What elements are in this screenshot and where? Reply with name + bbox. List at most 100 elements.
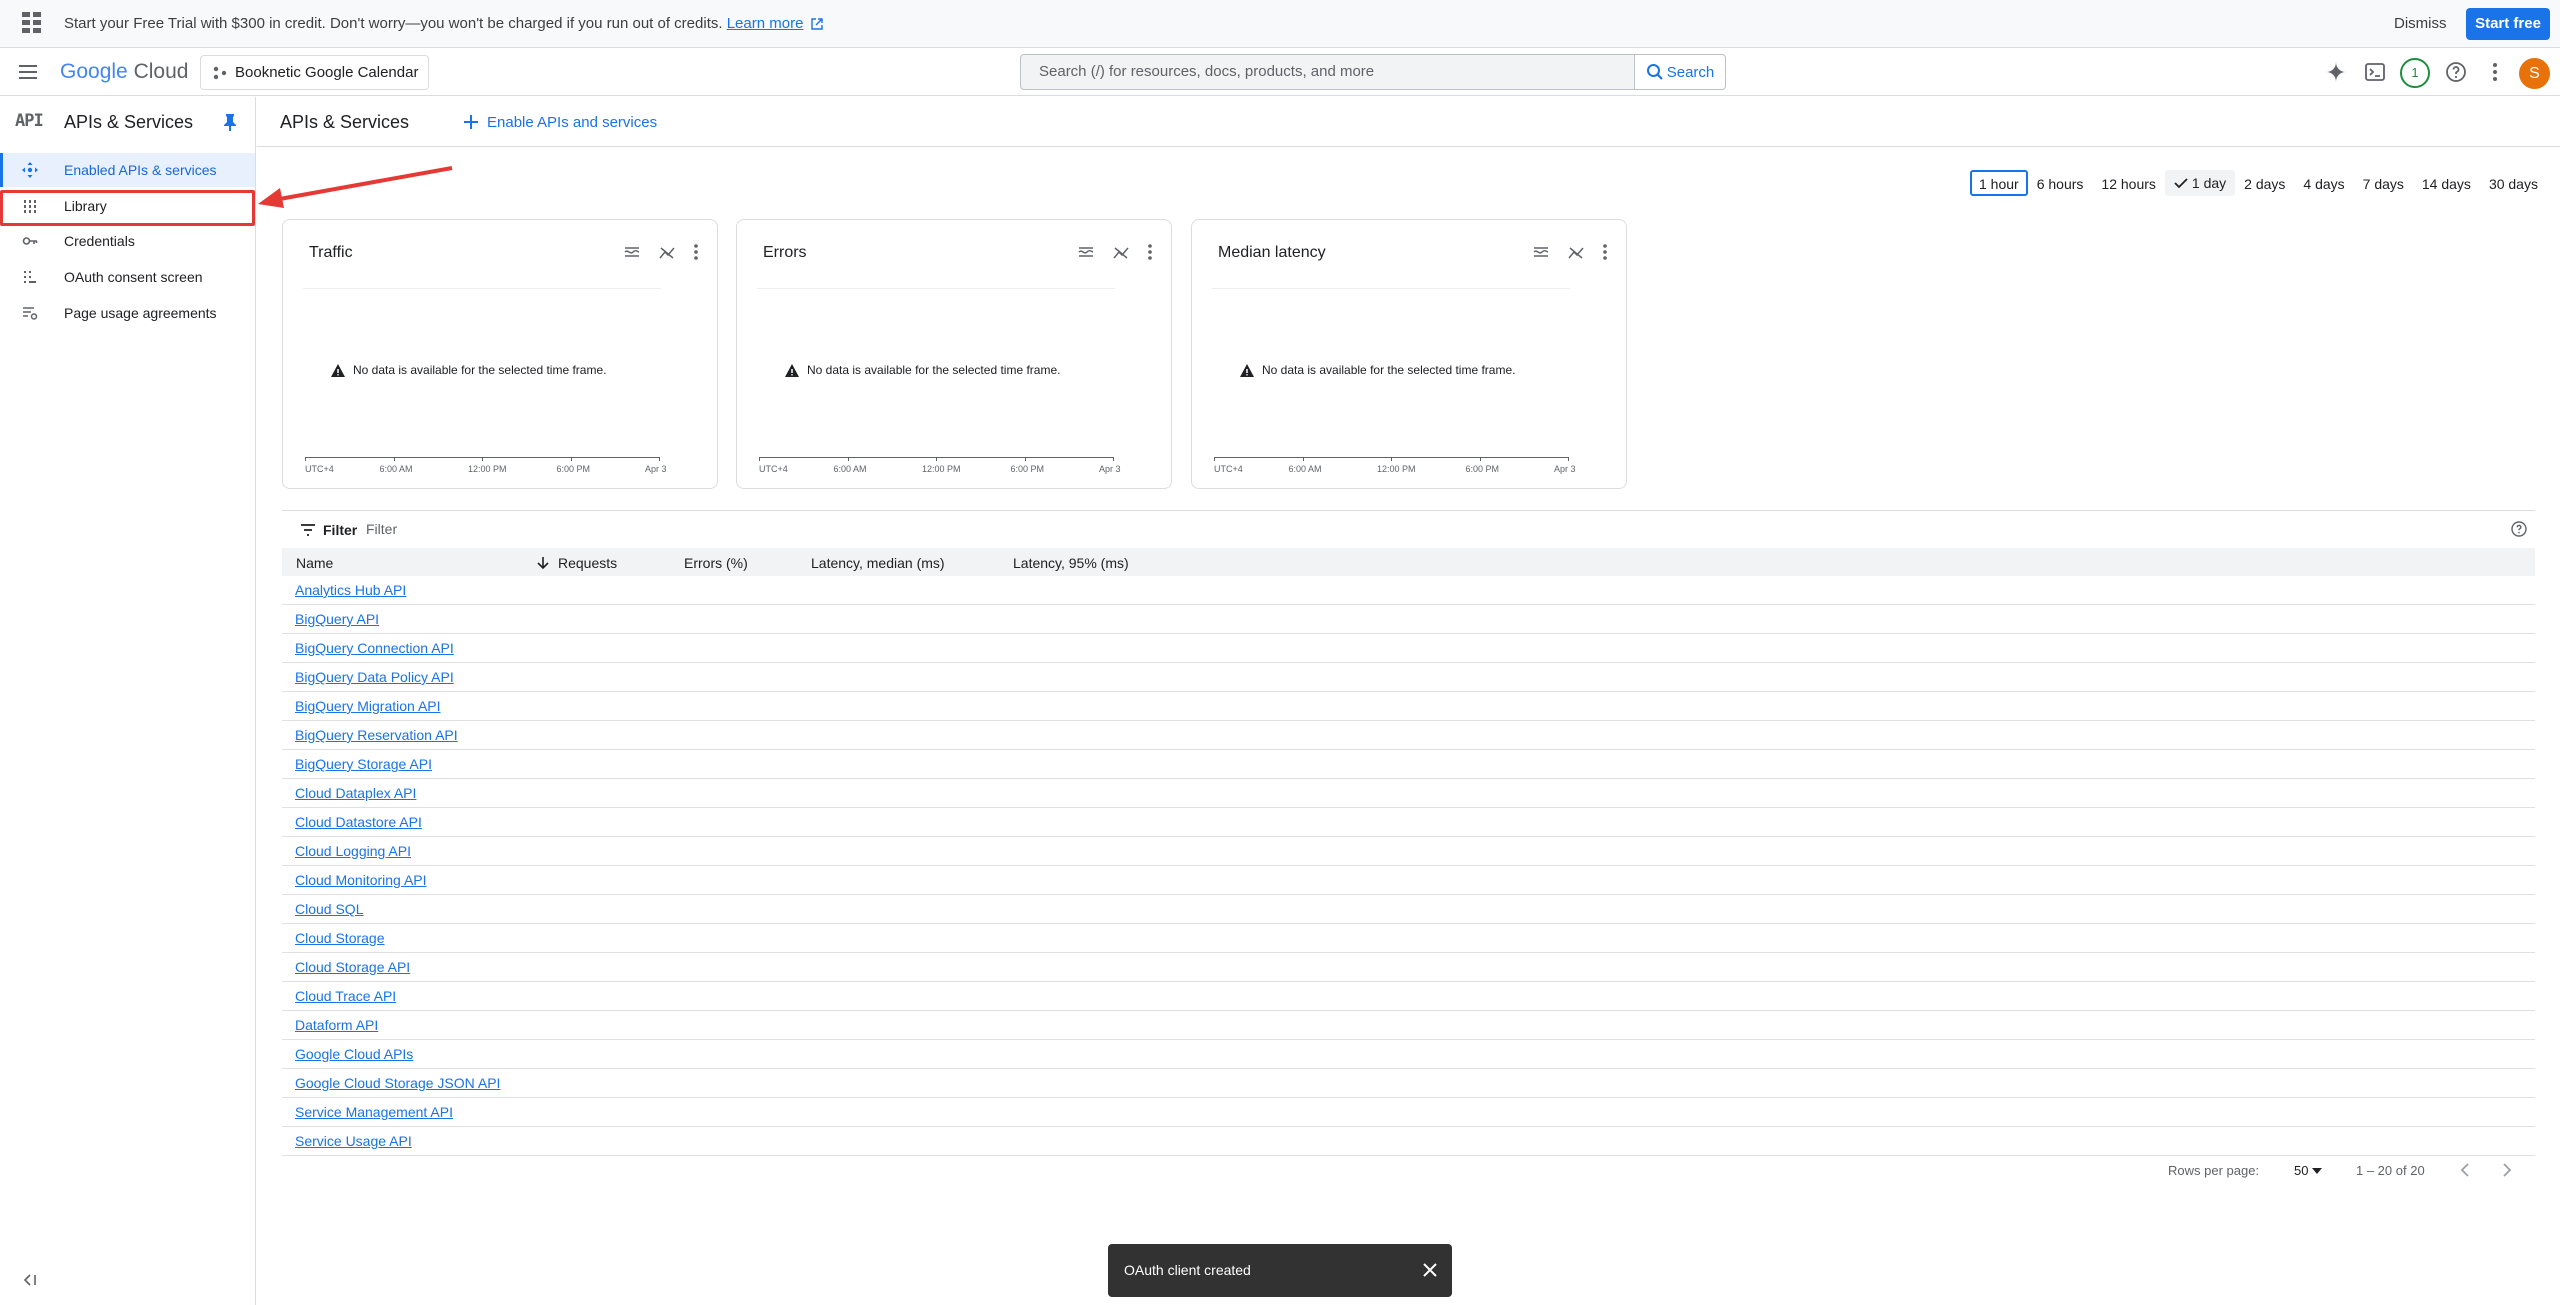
chart-type-icon[interactable] — [1112, 244, 1130, 260]
start-free-button[interactable]: Start free — [2466, 8, 2550, 40]
avatar[interactable]: S — [2519, 58, 2550, 89]
api-name-link[interactable]: Dataform API — [295, 1017, 378, 1033]
chevron-right-icon[interactable] — [2498, 1161, 2514, 1179]
column-help-icon[interactable] — [2511, 521, 2527, 537]
warning-icon — [331, 363, 353, 377]
api-name-link[interactable]: Cloud Storage — [295, 930, 385, 946]
table-row: BigQuery Storage API — [282, 750, 2535, 779]
project-name: Booknetic Google Calendar — [235, 64, 419, 81]
api-name-link[interactable]: Analytics Hub API — [295, 582, 406, 598]
free-trial-banner: Start your Free Trial with $300 in credi… — [0, 0, 2560, 48]
card-title: Median latency — [1218, 244, 1326, 261]
api-name-link[interactable]: BigQuery Reservation API — [295, 727, 458, 743]
metric-card-traffic: Traffic No data is available for the sel… — [282, 219, 718, 489]
column-requests[interactable]: Requests — [536, 555, 617, 571]
sidebar-item-library[interactable]: Library — [0, 189, 255, 223]
table-row: Cloud SQL — [282, 895, 2535, 924]
api-name-link[interactable]: BigQuery API — [295, 611, 379, 627]
card-divider — [757, 288, 1115, 289]
api-name-link[interactable]: Cloud Datastore API — [295, 814, 422, 830]
api-name-link[interactable]: BigQuery Data Policy API — [295, 669, 454, 685]
more-vert-icon[interactable] — [1602, 244, 1608, 260]
range-2-days[interactable]: 2 days — [2235, 170, 2294, 196]
chart-type-icon[interactable] — [1567, 244, 1585, 260]
sidebar-item-oauth-consent[interactable]: OAuth consent screen — [0, 260, 255, 294]
key-icon — [22, 233, 38, 249]
range-4-days[interactable]: 4 days — [2294, 170, 2353, 196]
legend-toggle-icon[interactable] — [623, 244, 641, 260]
legend-toggle-icon[interactable] — [1532, 244, 1550, 260]
search-input[interactable]: Search (/) for resources, docs, products… — [1020, 54, 1635, 90]
library-icon — [22, 198, 38, 214]
sidebar-item-page-usage[interactable]: Page usage agreements — [0, 296, 255, 330]
api-name-link[interactable]: Service Management API — [295, 1104, 453, 1120]
api-name-link[interactable]: BigQuery Connection API — [295, 640, 454, 656]
api-name-link[interactable]: Google Cloud APIs — [295, 1046, 413, 1062]
banner-message: Start your Free Trial with $300 in credi… — [64, 15, 823, 32]
sidebar-item-credentials[interactable]: Credentials — [0, 224, 255, 258]
api-name-link[interactable]: Cloud Storage API — [295, 959, 410, 975]
search-button[interactable]: Search — [1635, 54, 1726, 90]
chart-type-icon[interactable] — [658, 244, 676, 260]
more-vert-icon[interactable] — [693, 244, 699, 260]
rows-per-page-select[interactable]: 50 — [2294, 1163, 2323, 1178]
filter-button[interactable]: Filter — [300, 522, 357, 538]
api-name-link[interactable]: Google Cloud Storage JSON API — [295, 1075, 500, 1091]
main-menu-button[interactable] — [14, 58, 42, 86]
column-latency-95[interactable]: Latency, 95% (ms) — [1013, 555, 1129, 571]
learn-more-link[interactable]: Learn more — [727, 15, 804, 32]
add-icon — [463, 114, 487, 130]
cloud-shell-icon[interactable] — [2363, 60, 2387, 84]
api-name-link[interactable]: BigQuery Storage API — [295, 756, 432, 772]
range-1-hour[interactable]: 1 hour — [1970, 170, 2028, 196]
no-data-text: No data is available for the selected ti… — [353, 363, 607, 377]
check-icon — [2174, 177, 2192, 189]
notifications-badge[interactable]: 1 — [2400, 58, 2430, 88]
card-title: Traffic — [309, 244, 353, 261]
project-picker[interactable]: Booknetic Google Calendar — [200, 55, 429, 90]
help-icon[interactable] — [2444, 60, 2468, 84]
gemini-sparkle-icon[interactable] — [2324, 60, 2348, 84]
column-name[interactable]: Name — [296, 555, 333, 571]
range-14-days[interactable]: 14 days — [2413, 170, 2480, 196]
axis-tick — [1024, 457, 1026, 461]
api-name-link[interactable]: Cloud Monitoring API — [295, 872, 427, 888]
chevron-left-icon[interactable] — [2458, 1161, 2474, 1179]
table-row: Cloud Dataplex API — [282, 779, 2535, 808]
api-name-link[interactable]: BigQuery Migration API — [295, 698, 441, 714]
api-name-link[interactable]: Service Usage API — [295, 1133, 412, 1149]
api-name-link[interactable]: Cloud Trace API — [295, 988, 396, 1004]
page-header: APIs & Services Enable APIs and services — [257, 97, 2560, 147]
filter-input[interactable]: Filter — [366, 521, 397, 537]
more-vert-icon[interactable] — [1147, 244, 1153, 260]
axis-tick — [570, 457, 572, 461]
api-icon: API — [15, 111, 44, 131]
google-cloud-logo[interactable]: Google Cloud — [60, 60, 188, 84]
collapse-sidebar-icon[interactable] — [22, 1273, 38, 1287]
table-row: Cloud Storage API — [282, 953, 2535, 982]
axis-tick-label: UTC+4 — [759, 464, 788, 474]
api-name-link[interactable]: Cloud Logging API — [295, 843, 411, 859]
axis-tick-label: UTC+4 — [1214, 464, 1243, 474]
column-latency-median[interactable]: Latency, median (ms) — [811, 555, 945, 571]
range-1-day[interactable]: 1 day — [2164, 170, 2236, 196]
range-30-days[interactable]: 30 days — [2480, 170, 2547, 196]
close-icon[interactable] — [1422, 1262, 1438, 1278]
legend-toggle-icon[interactable] — [1077, 244, 1095, 260]
column-errors[interactable]: Errors (%) — [684, 555, 748, 571]
api-name-link[interactable]: Cloud SQL — [295, 901, 363, 917]
table-row: Analytics Hub API — [282, 576, 2535, 605]
no-data-message: No data is available for the selected ti… — [1192, 363, 1626, 377]
range-7-days[interactable]: 7 days — [2354, 170, 2413, 196]
enable-apis-button[interactable]: Enable APIs and services — [463, 107, 657, 137]
no-data-text: No data is available for the selected ti… — [1262, 363, 1516, 377]
sort-descending-icon — [536, 556, 558, 570]
sidebar-item-label: OAuth consent screen — [64, 269, 203, 285]
range-12-hours[interactable]: 12 hours — [2092, 170, 2164, 196]
sidebar-item-enabled-apis[interactable]: Enabled APIs & services — [0, 153, 255, 187]
more-vert-icon[interactable] — [2483, 60, 2507, 84]
api-name-link[interactable]: Cloud Dataplex API — [295, 785, 416, 801]
pin-icon[interactable] — [222, 113, 238, 131]
dismiss-button[interactable]: Dismiss — [2382, 8, 2459, 40]
range-6-hours[interactable]: 6 hours — [2028, 170, 2093, 196]
